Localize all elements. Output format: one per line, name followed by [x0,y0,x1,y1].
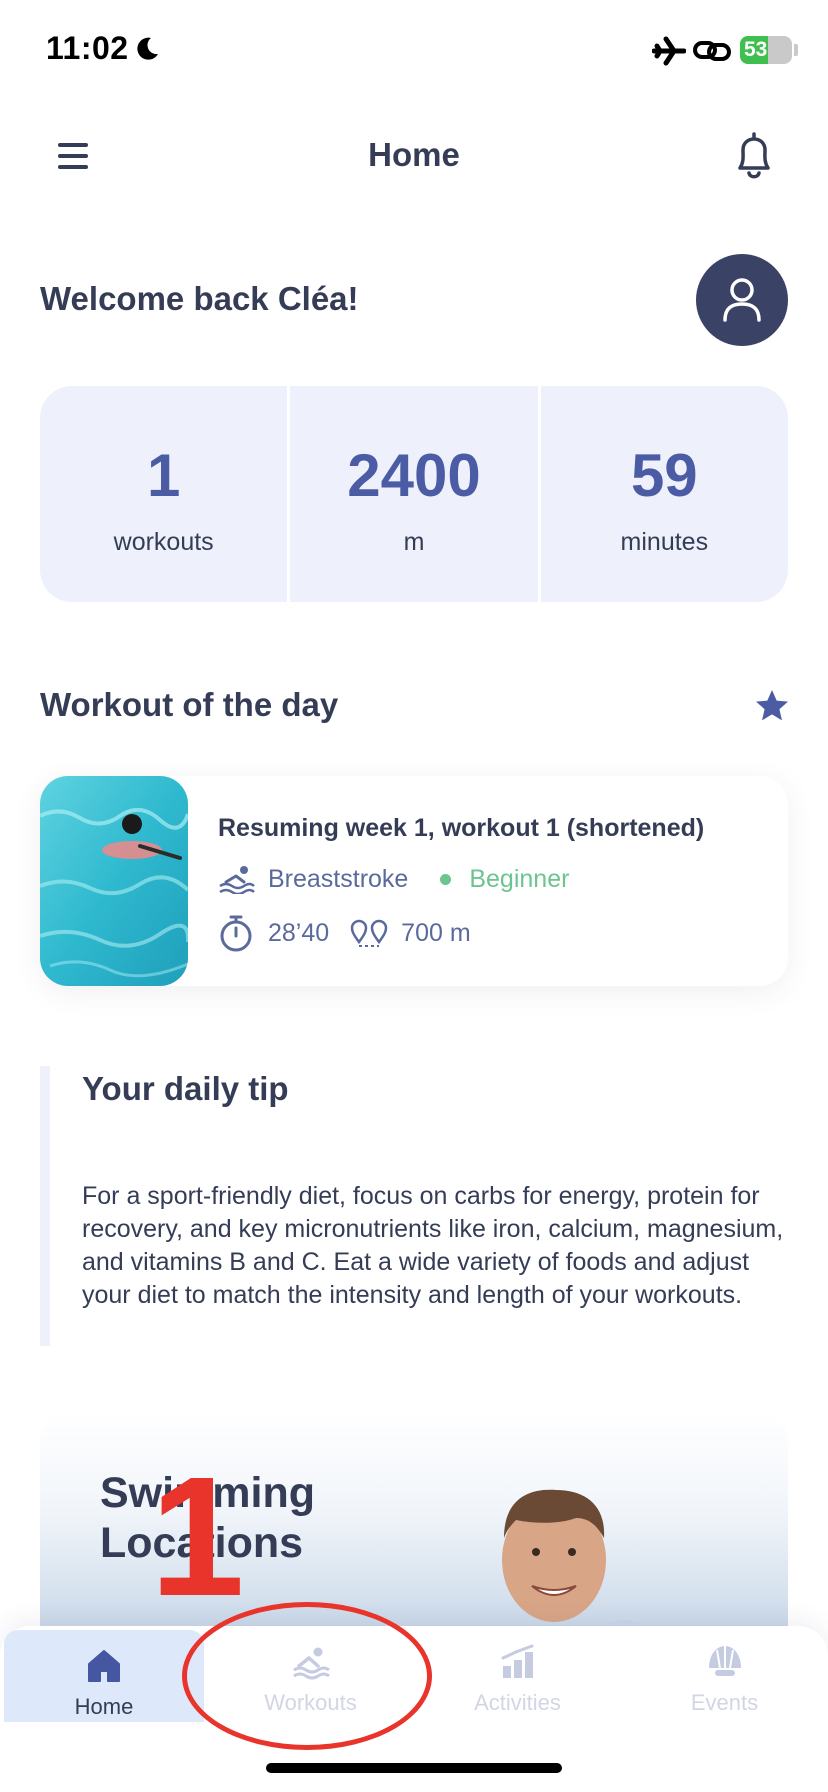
star-icon[interactable] [754,688,790,724]
stat-value: 2400 [347,442,481,509]
workout-stroke: Breaststroke [268,864,409,893]
page-title: Home [368,136,460,173]
swimmer-portrait [490,1489,700,1632]
workout-distance: 700 m [401,918,471,947]
bar-chart-icon [501,1644,533,1678]
tab-label: Home [74,1694,134,1719]
user-icon [723,278,761,322]
battery-level: 53 [744,38,768,61]
workout-duration: 28’40 [268,918,330,947]
tab-label: Events [690,1690,759,1715]
moon-icon [137,37,158,60]
swimmer-photo [40,776,188,986]
stat-label: minutes [620,528,709,556]
timer-icon [220,915,252,952]
stat-distance: 2400 m [290,386,538,602]
status-bar: 11:02 53 [0,0,828,100]
house-icon [88,1650,120,1682]
battery-icon: 53 [740,36,792,64]
stat-value: 1 [146,442,181,509]
battery-cap [794,44,798,56]
stat-label: workouts [113,528,214,556]
welcome-message: Welcome back Cléa! [40,280,359,317]
link-icon [693,41,731,61]
workout-meta: Breaststroke Beginner [218,864,569,894]
workout-name: Resuming week 1, workout 1 (shortened) [218,814,705,842]
tab-label: Activities [474,1690,561,1715]
stat-label: m [403,528,425,556]
tab-activities[interactable]: Activities [414,1626,621,1718]
workout-of-day-title: Workout of the day [40,686,339,723]
annotation-step-number: 1 [150,1442,245,1632]
stat-workouts: 1 workouts [40,386,288,602]
tip-accent-bar [40,1066,50,1346]
daily-tip-title: Your daily tip [82,1070,289,1107]
workout-card[interactable]: Resuming week 1, workout 1 (shortened) B… [40,776,788,986]
workout-stats: 28’40 700 m [218,914,471,952]
bell-icon[interactable] [732,130,776,182]
swimmer-icon [219,866,255,894]
level-dot [440,873,452,885]
tab-home[interactable]: Home [4,1630,204,1722]
distance-pins-icon [350,919,388,947]
stat-minutes: 59 minutes [540,386,788,602]
stats-panel: 1 workouts 2400 m 59 minutes [40,386,788,602]
profile-avatar-button[interactable] [696,254,788,346]
annotation-circle [182,1602,432,1750]
workout-level: Beginner [469,864,570,893]
daily-tip-text: For a sport-friendly diet, focus on carb… [82,1182,784,1309]
stat-value: 59 [630,442,698,509]
status-time: 11:02 [46,30,129,66]
shell-icon [708,1646,741,1676]
airplane-icon [652,36,686,66]
home-indicator[interactable] [266,1763,562,1773]
tab-events[interactable]: Events [621,1626,828,1718]
